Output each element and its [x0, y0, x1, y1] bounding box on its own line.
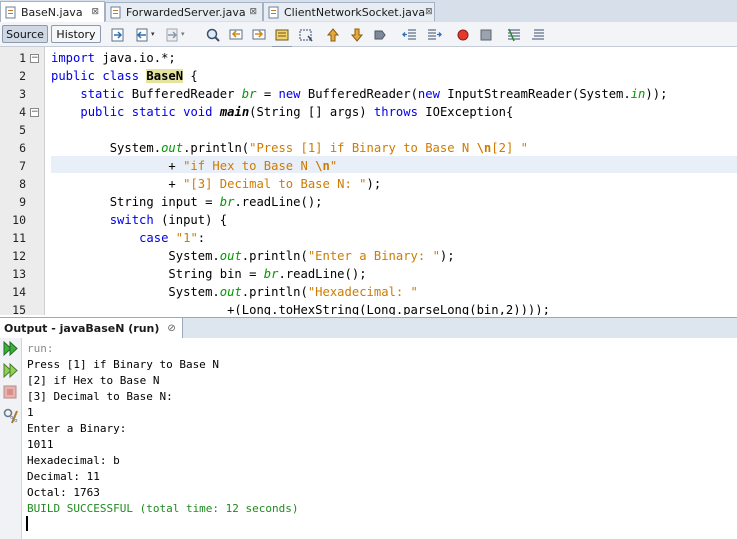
editor-toolbar: Source History ▾ ▾ [0, 22, 737, 66]
line-number: 3 [19, 87, 26, 101]
forward-dropdown-icon[interactable]: ▾ [181, 30, 185, 38]
line-number: 13 [12, 267, 26, 281]
find-selection-icon[interactable] [205, 27, 221, 43]
console-line: Octal: 1763 [27, 486, 100, 499]
next-bookmark-icon[interactable] [349, 27, 365, 43]
history-button[interactable]: History [51, 25, 101, 43]
line-number: 6 [19, 141, 26, 155]
code-editor[interactable]: import java.io.*; public class BaseN { s… [45, 47, 737, 315]
code-line: System.out.println("Hexadecimal: " [51, 285, 418, 299]
line-number: 2 [19, 69, 26, 83]
console-line: Hexadecimal: b [27, 454, 120, 467]
line-number: 5 [19, 123, 26, 137]
line-number: 9 [19, 195, 26, 209]
java-file-icon [110, 6, 122, 19]
code-line: +(Long.toHexString(Long.parseLong(bin,2)… [51, 303, 550, 315]
line-number: 4 [19, 105, 26, 119]
code-line: + "if Hex to Base N \n" [51, 159, 338, 173]
start-macro-icon[interactable] [455, 27, 471, 43]
line-number-gutter: 1 2 3 4 5 6 7 8 9 10 11 12 13 14 15 − − [0, 47, 45, 317]
line-number: 12 [12, 249, 26, 263]
output-side-toolbar: % [0, 338, 22, 539]
tab-label: ForwardedServer.java [126, 5, 246, 19]
editor-tab-bar: BaseN.java ⊠ ForwardedServer.java ⊠ Clie… [0, 0, 737, 23]
console-line: run: [27, 342, 54, 355]
console-line: BUILD SUCCESSFUL (total time: 12 seconds… [27, 502, 299, 515]
console-line: [2] if Hex to Base N [27, 374, 160, 387]
toggle-highlight-icon[interactable] [274, 27, 290, 43]
close-output-icon[interactable]: ⊘ [167, 323, 175, 334]
tab-label: BaseN.java [21, 5, 83, 19]
line-number: 8 [19, 177, 26, 191]
comment-icon[interactable] [506, 27, 522, 43]
output-tab-title: Output - javaBaseN (run) [4, 321, 160, 335]
java-file-icon [268, 6, 280, 19]
console-line: 1 [27, 406, 34, 419]
toggle-bookmark-icon[interactable] [372, 27, 388, 43]
console-line: 1011 [27, 438, 54, 451]
back-icon[interactable] [134, 27, 150, 43]
rerun-icon[interactable] [2, 340, 19, 357]
last-edit-icon[interactable] [110, 27, 126, 43]
code-line: public class BaseN { [51, 69, 198, 83]
java-file-icon [5, 6, 17, 19]
rerun-with-parameters-icon[interactable] [2, 362, 19, 379]
code-line: + "[3] Decimal to Base N: "); [51, 177, 382, 191]
stop-macro-icon[interactable] [478, 27, 494, 43]
line-number: 11 [12, 231, 26, 245]
shift-right-icon[interactable] [426, 27, 442, 43]
shift-left-icon[interactable] [402, 27, 418, 43]
console-line: [3] Decimal to Base N: [27, 390, 173, 403]
tab-label: ClientNetworkSocket.java [284, 5, 426, 19]
text-cursor [26, 516, 28, 531]
code-line: public static void main(String [] args) … [80, 105, 514, 119]
line-number: 7 [19, 159, 26, 173]
code-line: switch (input) { [109, 213, 228, 227]
stop-icon[interactable] [3, 385, 18, 400]
find-previous-icon[interactable] [228, 27, 244, 43]
fold-collapse-icon[interactable]: − [30, 54, 39, 63]
svg-text:%: % [10, 415, 18, 424]
code-line: String input = br.readLine(); [51, 195, 323, 209]
tab-basen-java[interactable]: BaseN.java ⊠ [0, 1, 105, 22]
code-line: case "1": [139, 231, 206, 245]
run-settings-icon[interactable]: % [2, 407, 19, 424]
uncomment-icon[interactable] [530, 27, 546, 43]
back-dropdown-icon[interactable]: ▾ [151, 30, 155, 38]
output-tab[interactable]: Output - javaBaseN (run) ⊘ [0, 318, 183, 338]
find-next-icon[interactable] [251, 27, 267, 43]
close-tab-icon[interactable]: ⊠ [249, 7, 257, 17]
tab-clientnetworksocket-java[interactable]: ClientNetworkSocket.java ⊠ [263, 2, 435, 21]
code-line: import java.io.*; [51, 51, 176, 65]
code-line: static BufferedReader br = new BufferedR… [80, 87, 668, 101]
console-line: Enter a Binary: [27, 422, 127, 435]
code-line: System.out.println("Enter a Binary: "); [51, 249, 455, 263]
toggle-rect-selection-icon[interactable] [298, 27, 314, 43]
line-number: 15 [12, 303, 26, 317]
output-console[interactable]: run: Press [1] if Binary to Base N [2] i… [22, 338, 737, 539]
console-line: Press [1] if Binary to Base N [27, 358, 220, 371]
line-number: 1 [19, 51, 26, 65]
code-line: String bin = br.readLine(); [51, 267, 367, 281]
forward-icon[interactable] [164, 27, 180, 43]
close-tab-icon[interactable]: ⊠ [425, 7, 433, 17]
code-line: System.out.println("Press [1] if Binary … [51, 141, 528, 155]
line-number: 10 [12, 213, 26, 227]
console-line: Decimal: 11 [27, 470, 100, 483]
source-button[interactable]: Source [2, 25, 48, 43]
line-number: 14 [12, 285, 26, 299]
previous-bookmark-icon[interactable] [325, 27, 341, 43]
tab-forwardedserver-java[interactable]: ForwardedServer.java ⊠ [105, 2, 263, 21]
output-panel-header: Output - javaBaseN (run) ⊘ [0, 317, 737, 339]
fold-collapse-icon[interactable]: − [30, 108, 39, 117]
close-tab-icon[interactable]: ⊠ [91, 7, 99, 17]
